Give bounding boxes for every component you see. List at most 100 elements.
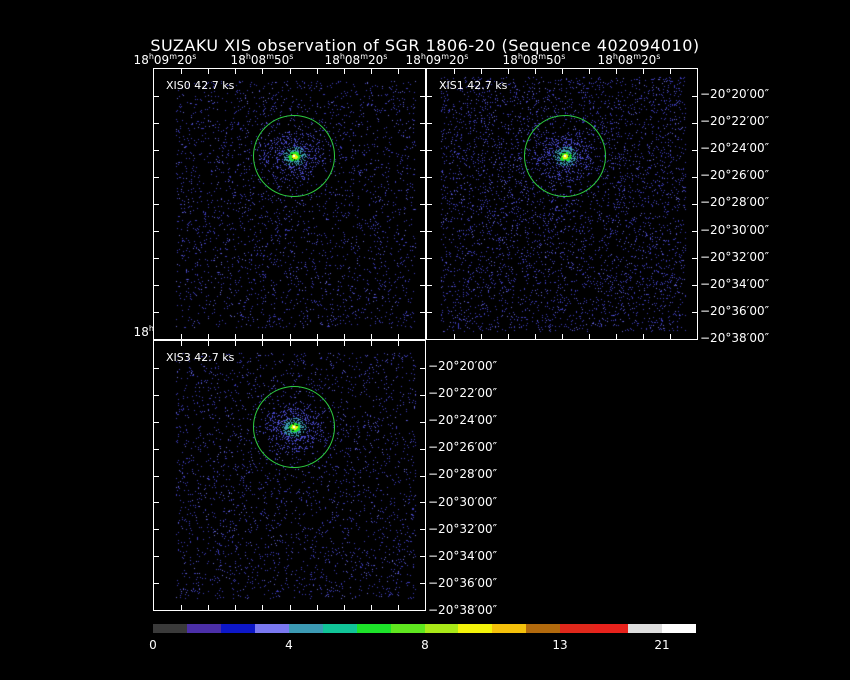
axis-tick bbox=[208, 605, 209, 610]
axis-tick bbox=[181, 334, 182, 339]
xis1-label: XIS1 42.7 ks bbox=[439, 79, 508, 92]
ra-tick-label: 18h08m50s bbox=[230, 52, 294, 67]
dec-tick-label: −20°24′00″ bbox=[428, 413, 498, 428]
colorbar-segment bbox=[526, 624, 561, 633]
axis-tick bbox=[154, 449, 159, 450]
axis-tick bbox=[154, 312, 159, 313]
dec-tick-label: −20°32′00″ bbox=[428, 521, 498, 536]
ra-tick-label: 18h08m50s bbox=[502, 52, 566, 67]
axis-tick bbox=[427, 231, 432, 232]
axis-tick bbox=[154, 476, 159, 477]
axis-tick bbox=[262, 334, 263, 339]
colorbar-segment bbox=[254, 624, 289, 633]
axis-tick bbox=[508, 69, 509, 74]
axis-tick bbox=[427, 177, 432, 178]
axis-tick bbox=[208, 341, 209, 346]
axis-tick bbox=[481, 334, 482, 339]
axis-tick bbox=[692, 204, 697, 205]
axis-tick bbox=[290, 605, 291, 610]
axis-tick bbox=[262, 341, 263, 346]
axis-tick bbox=[154, 529, 159, 530]
axis-tick bbox=[427, 258, 432, 259]
axis-tick bbox=[371, 341, 372, 346]
source-region-circle bbox=[253, 386, 335, 468]
dec-tick-label: −20°30′00″ bbox=[428, 494, 498, 509]
axis-tick bbox=[420, 204, 425, 205]
axis-tick bbox=[616, 69, 617, 74]
axis-tick bbox=[692, 177, 697, 178]
axis-tick bbox=[154, 231, 159, 232]
axis-tick bbox=[290, 334, 291, 339]
dec-tick-label: −20°34′00″ bbox=[428, 548, 498, 563]
colorbar-segment bbox=[322, 624, 357, 633]
axis-tick bbox=[692, 258, 697, 259]
axis-tick bbox=[371, 69, 372, 74]
axis-tick bbox=[317, 341, 318, 346]
axis-tick bbox=[427, 96, 432, 97]
axis-tick bbox=[535, 69, 536, 74]
axis-tick bbox=[643, 334, 644, 339]
axis-tick bbox=[262, 69, 263, 74]
axis-tick bbox=[154, 150, 159, 151]
axis-tick bbox=[420, 231, 425, 232]
axis-tick bbox=[454, 334, 455, 339]
axis-tick bbox=[692, 150, 697, 151]
axis-tick bbox=[616, 334, 617, 339]
colorbar-segment bbox=[186, 624, 221, 633]
xis3-label: XIS3 42.7 ks bbox=[166, 351, 235, 364]
axis-tick bbox=[398, 341, 399, 346]
axis-tick bbox=[208, 334, 209, 339]
axis-tick bbox=[562, 334, 563, 339]
axis-tick bbox=[589, 69, 590, 74]
dec-tick-label: −20°26′00″ bbox=[428, 440, 498, 455]
axis-tick bbox=[427, 204, 432, 205]
ra-tick-label: 18h09m20s bbox=[133, 52, 197, 67]
axis-tick bbox=[154, 556, 159, 557]
dec-tick-label: −20°34′00″ bbox=[700, 276, 770, 291]
colorbar-segment bbox=[662, 624, 696, 633]
colorbar-segment bbox=[390, 624, 425, 633]
colorbar-label: 21 bbox=[654, 638, 670, 652]
axis-tick bbox=[290, 341, 291, 346]
ra-tick-label: 18h09m20s bbox=[405, 52, 469, 67]
axis-tick bbox=[154, 395, 159, 396]
axis-tick bbox=[420, 150, 425, 151]
axis-tick bbox=[420, 556, 425, 557]
axis-tick bbox=[154, 204, 159, 205]
axis-tick bbox=[181, 341, 182, 346]
axis-tick bbox=[154, 258, 159, 259]
colorbar-segment bbox=[458, 624, 493, 633]
axis-tick bbox=[154, 177, 159, 178]
xis3-image-panel: XIS3 42.7 ks bbox=[153, 340, 426, 611]
colorbar-segment bbox=[560, 624, 595, 633]
axis-tick bbox=[344, 334, 345, 339]
axis-tick bbox=[420, 368, 425, 369]
axis-tick bbox=[420, 395, 425, 396]
axis-tick bbox=[317, 334, 318, 339]
axis-tick bbox=[420, 312, 425, 313]
axis-tick bbox=[643, 69, 644, 74]
axis-tick bbox=[562, 69, 563, 74]
axis-tick bbox=[427, 285, 432, 286]
axis-tick bbox=[235, 605, 236, 610]
colorbar-label: 8 bbox=[421, 638, 429, 652]
axis-tick bbox=[420, 123, 425, 124]
axis-tick bbox=[508, 334, 509, 339]
colorbar-segment bbox=[492, 624, 527, 633]
axis-tick bbox=[454, 69, 455, 74]
axis-tick bbox=[427, 123, 432, 124]
dec-tick-label: −20°24′00″ bbox=[700, 141, 770, 156]
axis-tick bbox=[262, 605, 263, 610]
axis-tick bbox=[154, 96, 159, 97]
axis-tick bbox=[420, 476, 425, 477]
axis-tick bbox=[692, 96, 697, 97]
xis0-image-panel: XIS0 42.7 ks bbox=[153, 68, 426, 340]
axis-tick bbox=[670, 69, 671, 74]
colorbar-segment bbox=[220, 624, 255, 633]
axis-tick bbox=[420, 583, 425, 584]
axis-tick bbox=[208, 69, 209, 74]
axis-tick bbox=[427, 312, 432, 313]
axis-tick bbox=[420, 96, 425, 97]
axis-tick bbox=[398, 605, 399, 610]
axis-tick bbox=[154, 422, 159, 423]
